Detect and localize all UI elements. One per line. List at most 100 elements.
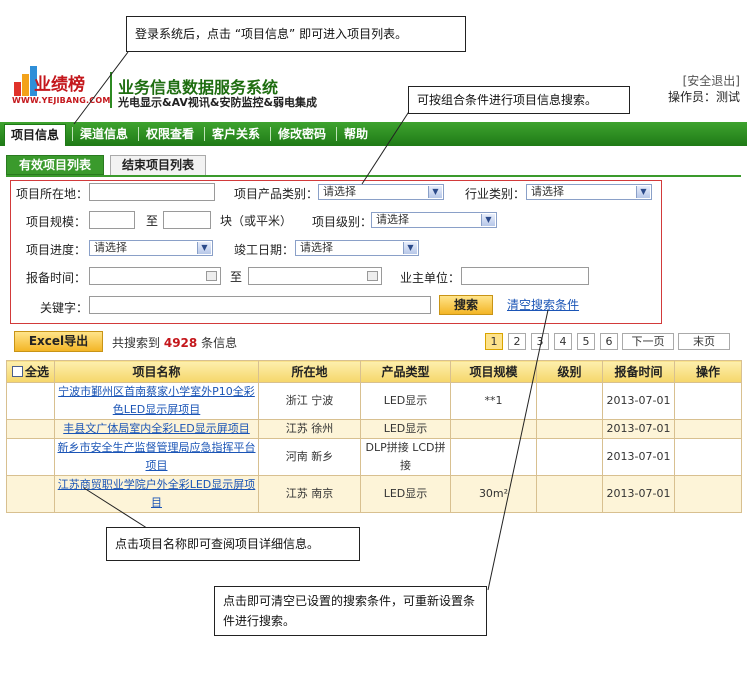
action-cell <box>674 419 742 439</box>
nav-divider <box>72 127 73 141</box>
chevron-down-icon: ▼ <box>403 242 417 254</box>
scale-min-input[interactable] <box>89 211 135 229</box>
callout-combo-search: 可按组合条件进行项目信息搜索。 <box>408 86 630 114</box>
select-all-label: 全选 <box>24 365 49 379</box>
page-5-button[interactable]: 5 <box>577 333 595 350</box>
project-name-link[interactable]: 宁波市鄞州区首南蔡家小学室外P10全彩色LED显示屏项目 <box>58 385 255 416</box>
industry-label: 行业类别： <box>465 187 526 201</box>
nav-divider <box>204 127 205 141</box>
column-header: 级别 <box>536 360 603 383</box>
level-cell <box>536 475 603 513</box>
project-name-cell: 丰县文广体局室内全彩LED显示屏项目 <box>54 419 259 439</box>
callout-clear-search: 点击即可清空已设置的搜索条件，可重新设置条件进行搜索。 <box>214 586 487 636</box>
clear-search-link[interactable]: 清空搜索条件 <box>507 296 579 313</box>
calendar-icon[interactable] <box>367 271 378 281</box>
date-cell: 2013-07-01 <box>602 475 675 513</box>
nav-channel-info[interactable]: 渠道信息 <box>74 122 134 146</box>
location-cell: 江苏 南京 <box>258 475 361 513</box>
calendar-icon[interactable] <box>206 271 217 281</box>
column-header: 产品类型 <box>360 360 451 383</box>
chevron-down-icon: ▼ <box>636 186 650 198</box>
page-1-button[interactable]: 1 <box>485 333 503 350</box>
keyword-label: 关键字： <box>40 301 89 315</box>
chevron-down-icon: ▼ <box>197 242 211 254</box>
select-all-header[interactable]: 全选 <box>6 360 55 383</box>
scale-unit-label: 块（或平米） <box>220 214 293 228</box>
tab-active-projects[interactable]: 有效项目列表 <box>6 155 104 175</box>
project-name-link[interactable]: 新乡市安全生产监督管理局应急指挥平台项目 <box>58 441 256 472</box>
select-value: 请选择 <box>94 241 127 254</box>
result-count: 共搜索到 4928 条信息 <box>112 334 237 351</box>
industry-select[interactable]: 请选择 ▼ <box>526 184 652 200</box>
report-end-input[interactable] <box>248 267 382 285</box>
row-checkbox-cell[interactable] <box>6 382 55 420</box>
nav-permissions[interactable]: 权限查看 <box>140 122 200 146</box>
project-name-cell: 江苏商贸职业学院户外全彩LED显示屏项目 <box>54 475 259 513</box>
level-label: 项目级别： <box>312 215 373 229</box>
select-value: 请选择 <box>300 241 333 254</box>
checkbox-icon[interactable] <box>11 366 23 377</box>
operator-label: 操作员：测试 <box>667 90 740 104</box>
owner-input[interactable] <box>461 267 589 285</box>
project-name-cell: 新乡市安全生产监督管理局应急指挥平台项目 <box>54 438 259 476</box>
nav-project-info[interactable]: 项目信息 <box>4 124 67 146</box>
next-page-button[interactable]: 下一页 <box>622 333 674 350</box>
action-cell <box>674 475 742 513</box>
progress-select[interactable]: 请选择 ▼ <box>89 240 213 256</box>
type-cell: LED显示 <box>360 475 451 513</box>
nav-divider <box>138 127 139 141</box>
nav-change-password[interactable]: 修改密码 <box>272 122 332 146</box>
row-checkbox-cell[interactable] <box>6 438 55 476</box>
location-cell: 江苏 徐州 <box>258 419 361 439</box>
result-suffix: 条信息 <box>201 336 238 350</box>
table-row: 新乡市安全生产监督管理局应急指挥平台项目 河南 新乡 DLP拼接 LCD拼接 2… <box>6 438 742 476</box>
header-divider <box>110 72 112 108</box>
select-value: 请选择 <box>531 185 564 198</box>
location-cell: 浙江 宁波 <box>258 382 361 420</box>
page-6-button[interactable]: 6 <box>600 333 618 350</box>
project-name-link[interactable]: 江苏商贸职业学院户外全彩LED显示屏项目 <box>58 478 256 509</box>
level-cell <box>536 438 603 476</box>
scale-cell <box>450 419 537 439</box>
scale-max-input[interactable] <box>163 211 211 229</box>
location-input[interactable] <box>89 183 215 201</box>
page-2-button[interactable]: 2 <box>508 333 526 350</box>
logo-url: WWW.YEJIBANG.COM <box>12 96 111 105</box>
nav-divider <box>336 127 337 141</box>
excel-export-button[interactable]: Excel导出 <box>14 331 103 352</box>
report-start-input[interactable] <box>89 267 221 285</box>
logout-link[interactable]: [安全退出] <box>683 72 740 89</box>
page-4-button[interactable]: 4 <box>554 333 572 350</box>
level-select[interactable]: 请选择 ▼ <box>371 212 497 228</box>
page-3-button[interactable]: 3 <box>531 333 549 350</box>
row-checkbox-cell[interactable] <box>6 475 55 513</box>
nav-customer-relations[interactable]: 客户关系 <box>206 122 266 146</box>
tab-ended-projects[interactable]: 结束项目列表 <box>110 155 206 175</box>
row-checkbox-cell[interactable] <box>6 419 55 439</box>
table-row: 江苏商贸职业学院户外全彩LED显示屏项目 江苏 南京 LED显示 30m² 20… <box>6 475 742 513</box>
type-cell: DLP拼接 LCD拼接 <box>360 438 451 476</box>
system-subtitle: 光电显示&AV视讯&安防监控&弱电集成 <box>118 96 318 109</box>
type-cell: LED显示 <box>360 382 451 420</box>
column-header: 项目名称 <box>54 360 259 383</box>
result-count-number: 4928 <box>163 336 198 350</box>
action-cell <box>674 438 742 476</box>
select-value: 请选择 <box>376 213 409 226</box>
report-to-label: 至 <box>230 270 243 284</box>
last-page-button[interactable]: 末页 <box>678 333 730 350</box>
owner-label: 业主单位： <box>400 271 461 285</box>
keyword-input[interactable] <box>89 296 431 314</box>
chevron-down-icon: ▼ <box>428 186 442 198</box>
table-header-row: 全选 项目名称 所在地 产品类型 项目规模 级别 报备时间 操作 <box>6 360 742 383</box>
scale-cell <box>450 438 537 476</box>
scale-cell: **1 <box>450 382 537 420</box>
main-nav: 项目信息 渠道信息 权限查看 客户关系 修改密码 帮助 <box>0 122 747 146</box>
project-name-link[interactable]: 丰县文广体局室内全彩LED显示屏项目 <box>63 422 250 435</box>
completion-select[interactable]: 请选择 ▼ <box>295 240 419 256</box>
search-button[interactable]: 搜索 <box>439 295 493 315</box>
level-cell <box>536 419 603 439</box>
report-time-label: 报备时间： <box>26 271 87 285</box>
category-select[interactable]: 请选择 ▼ <box>318 184 444 200</box>
type-cell: LED显示 <box>360 419 451 439</box>
nav-help[interactable]: 帮助 <box>338 122 374 146</box>
